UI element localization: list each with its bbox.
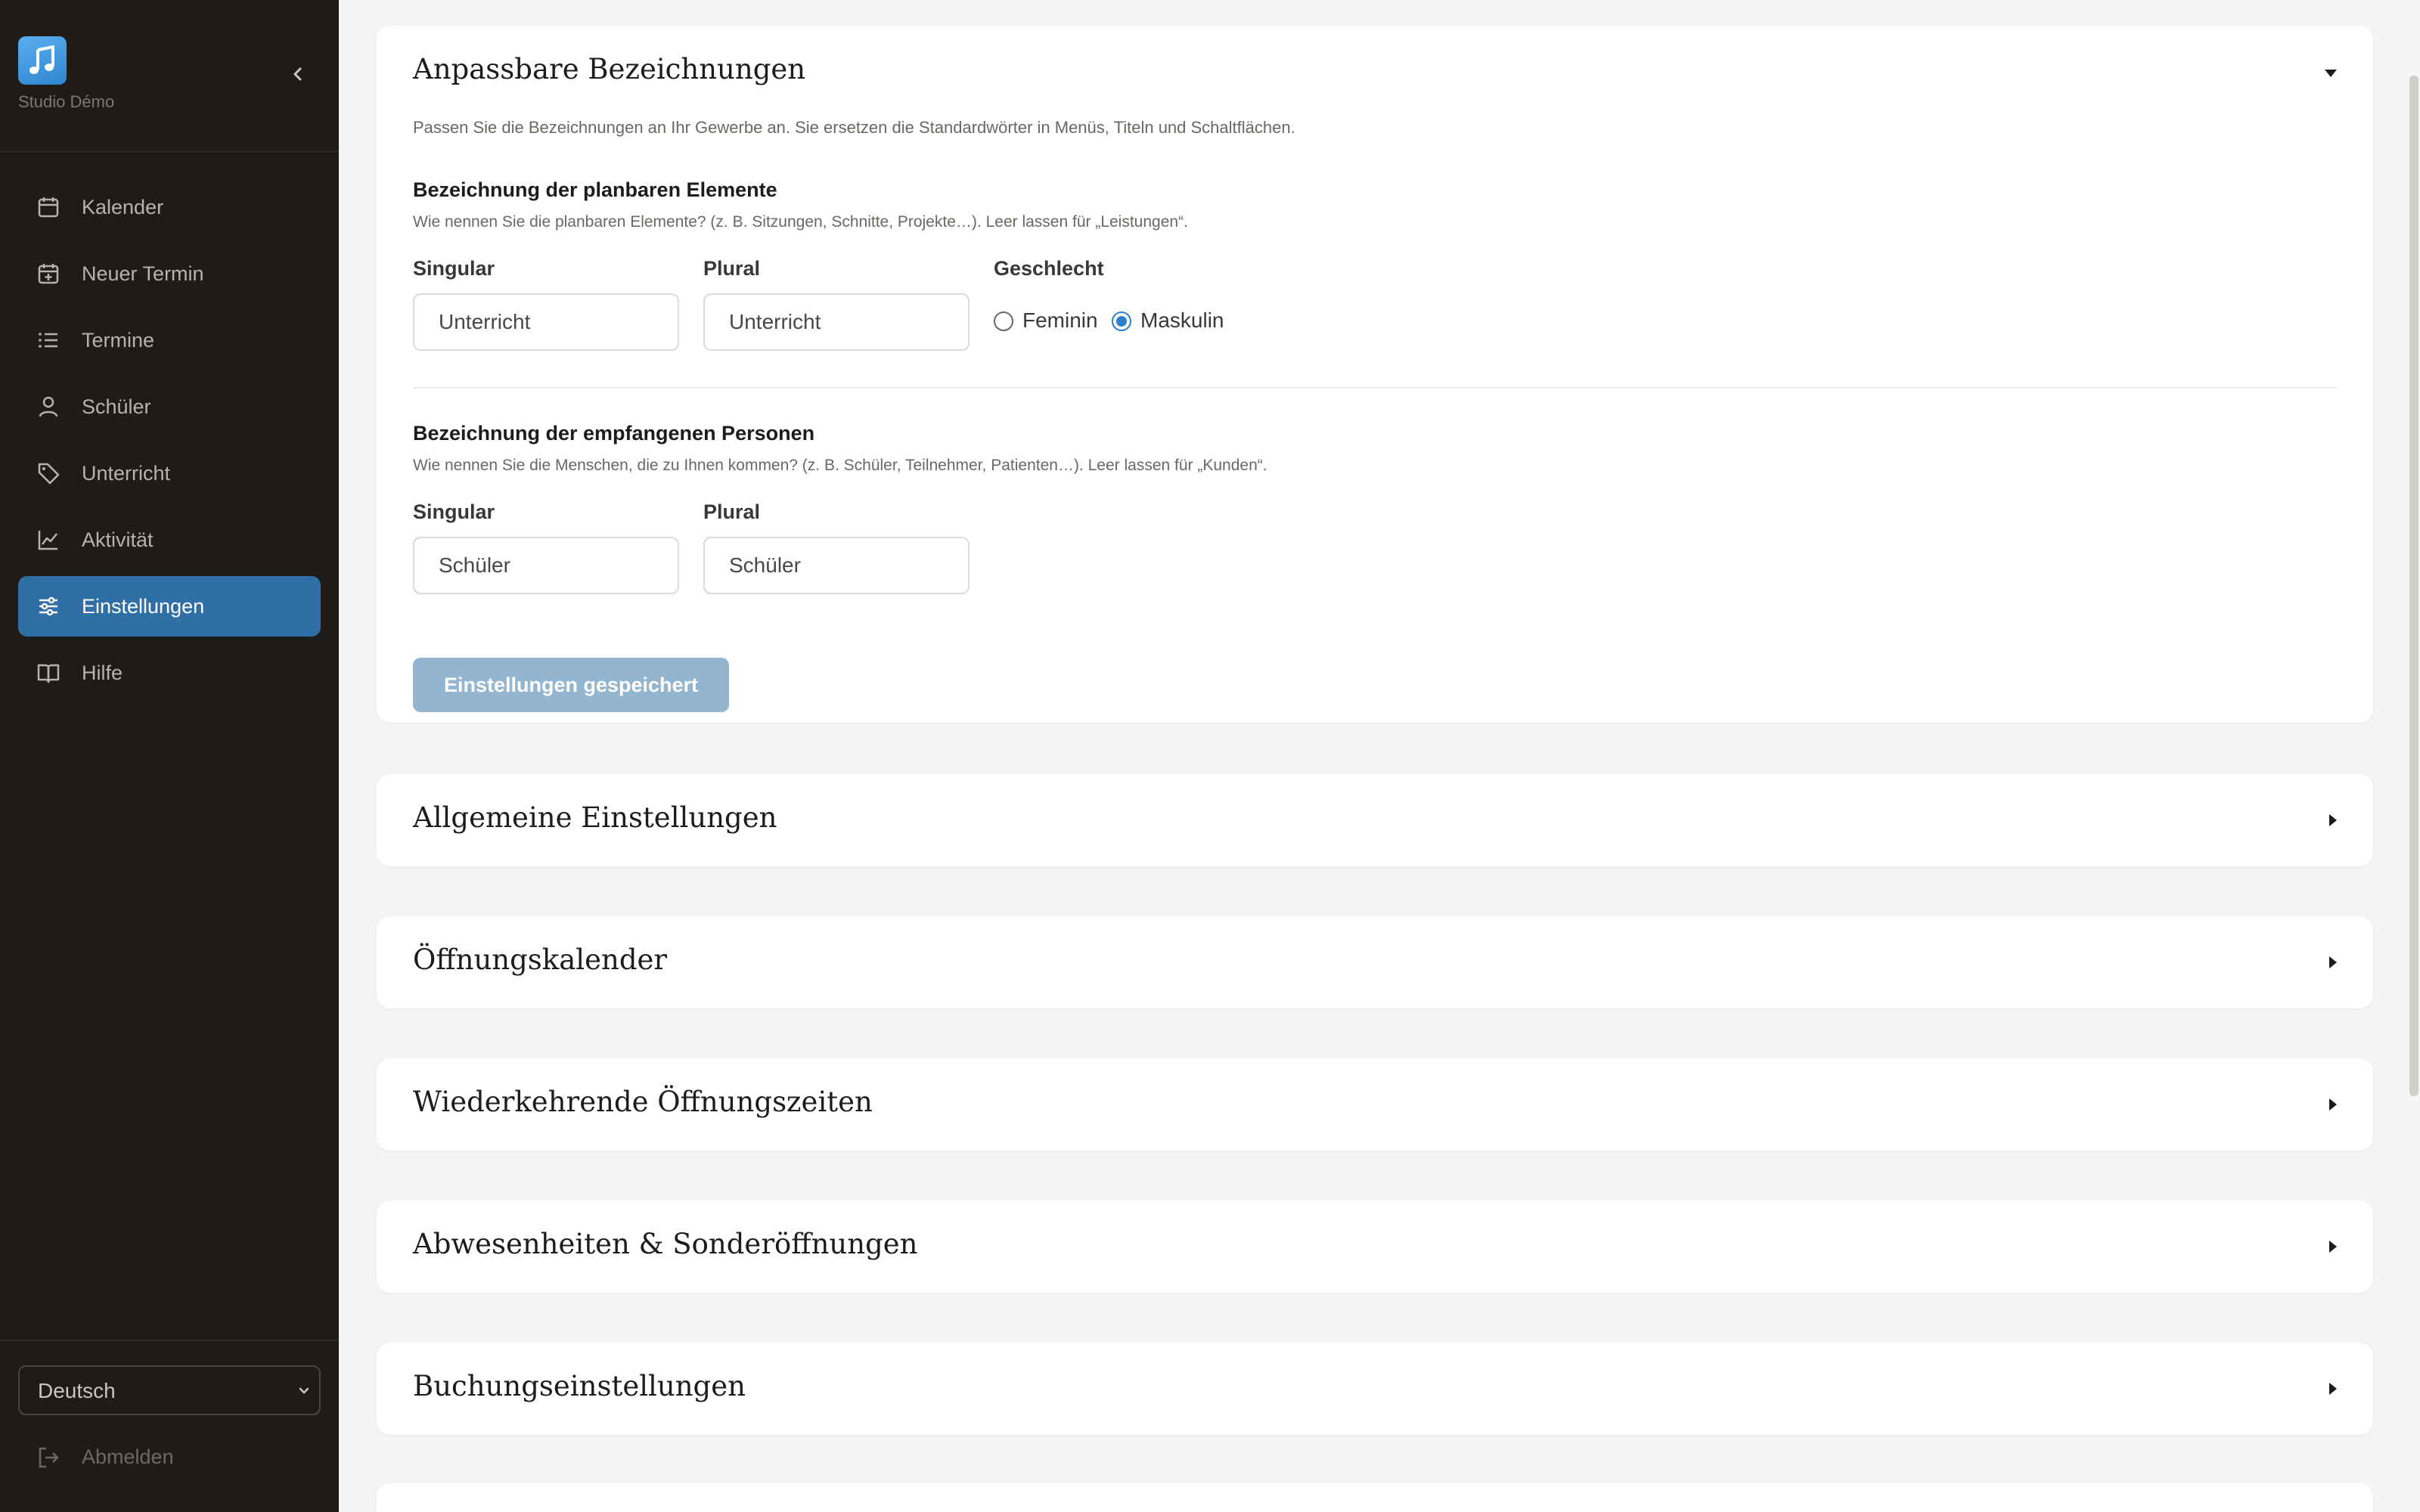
sidebar-item-label: Unterricht: [82, 462, 171, 485]
gender-label: Geschlecht: [994, 257, 1104, 280]
sliders-icon: [39, 596, 57, 616]
section-card-buchungseinstellungen[interactable]: Buchungseinstellungen: [377, 1343, 2373, 1435]
sidebar-item-label: Einstellungen: [82, 595, 205, 618]
sidebar: Studio Démo Kalender Neuer Termin Termin…: [0, 0, 339, 1512]
chevron-down-icon: [299, 1387, 309, 1394]
logout-icon: [39, 1447, 59, 1468]
language-select-value: Deutsch: [38, 1379, 116, 1402]
items-singular-input[interactable]: [413, 293, 679, 351]
labels-card: Anpassbare Bezeichnungen Passen Sie die …: [377, 26, 2373, 723]
sidebar-item-label: Schüler: [82, 395, 151, 418]
book-icon: [37, 664, 60, 683]
sidebar-item-label: Termine: [82, 329, 155, 352]
section-description: Wie nennen Sie die Menschen, die zu Ihne…: [413, 457, 1267, 474]
sidebar-item-neuer-termin[interactable]: Neuer Termin: [18, 243, 321, 304]
card-title[interactable]: Anpassbare Bezeichnungen: [413, 53, 805, 85]
caret-right-icon: [2329, 814, 2337, 826]
sidebar-item-hilfe[interactable]: Hilfe: [18, 643, 321, 703]
user-icon: [39, 396, 58, 417]
card-title: Wiederkehrende Öffnungszeiten: [413, 1086, 873, 1118]
collapse-sidebar-button[interactable]: [287, 64, 309, 85]
radio-label[interactable]: Maskulin: [1140, 308, 1224, 333]
sidebar-item-kalender[interactable]: Kalender: [18, 177, 321, 237]
persons-singular-input[interactable]: [413, 537, 679, 594]
sidebar-item-unterricht[interactable]: Unterricht: [18, 443, 321, 503]
sidebar-item-termine[interactable]: Termine: [18, 310, 321, 370]
singular-label: Singular: [413, 500, 495, 523]
calendar-icon: [38, 197, 59, 218]
section-divider: [413, 387, 2337, 389]
sidebar-item-aktivitaet[interactable]: Aktivität: [18, 510, 321, 570]
card-title: Allgemeine Einstellungen: [413, 801, 777, 834]
list-icon: [39, 333, 57, 348]
card-title: Buchungseinstellungen: [413, 1370, 746, 1402]
caret-right-icon: [2329, 956, 2337, 968]
card-intro: Passen Sie die Bezeichnungen an Ihr Gewe…: [413, 118, 1295, 137]
section-card-partial: [377, 1483, 2373, 1512]
sidebar-item-label: Hilfe: [82, 662, 123, 684]
section-description: Wie nennen Sie die planbaren Elemente? (…: [413, 213, 1188, 231]
app-logo: [18, 36, 67, 85]
items-plural-input[interactable]: [703, 293, 970, 351]
chart-line-icon: [38, 531, 57, 550]
caret-down-icon[interactable]: [2325, 70, 2337, 77]
tag-icon: [38, 463, 60, 485]
persons-plural-input[interactable]: [703, 537, 970, 594]
scrollbar-thumb[interactable]: [2409, 76, 2418, 1096]
sidebar-item-einstellungen[interactable]: Einstellungen: [18, 576, 321, 637]
main-content: Anpassbare Bezeichnungen Passen Sie die …: [339, 0, 2411, 1512]
sidebar-item-schueler[interactable]: Schüler: [18, 376, 321, 437]
plural-label: Plural: [703, 500, 761, 523]
logout-button[interactable]: Abmelden: [18, 1442, 215, 1473]
section-card-abwesenheiten[interactable]: Abwesenheiten & Sonderöffnungen: [377, 1201, 2373, 1293]
card-title: Öffnungskalender: [413, 943, 668, 976]
sidebar-divider: [0, 1340, 339, 1341]
chevron-left-icon: [293, 67, 302, 81]
radio-label[interactable]: Feminin: [1022, 308, 1098, 333]
section-title: Bezeichnung der empfangenen Personen: [413, 422, 815, 445]
sidebar-divider: [0, 151, 339, 153]
save-settings-button[interactable]: Einstellungen gespeichert: [413, 658, 729, 712]
section-card-wiederkehrende-oeffnungszeiten[interactable]: Wiederkehrende Öffnungszeiten: [377, 1058, 2373, 1151]
card-title: Abwesenheiten & Sonderöffnungen: [413, 1228, 918, 1260]
caret-right-icon: [2329, 1098, 2337, 1111]
studio-name: Studio Démo: [18, 92, 115, 111]
music-note-icon: [29, 45, 54, 74]
logout-label: Abmelden: [82, 1445, 174, 1468]
caret-right-icon: [2329, 1241, 2337, 1253]
sidebar-item-label: Kalender: [82, 196, 164, 218]
sidebar-item-label: Neuer Termin: [82, 262, 204, 285]
section-card-allgemeine-einstellungen[interactable]: Allgemeine Einstellungen: [377, 774, 2373, 866]
language-select[interactable]: Deutsch: [18, 1365, 321, 1415]
caret-right-icon: [2329, 1383, 2337, 1395]
gender-radio-maskulin[interactable]: [1112, 311, 1131, 331]
singular-label: Singular: [413, 257, 495, 280]
section-title: Bezeichnung der planbaren Elemente: [413, 178, 777, 201]
gender-radio-feminin[interactable]: [994, 311, 1013, 331]
app: Studio Démo Kalender Neuer Termin Termin…: [0, 0, 2420, 1512]
section-card-oeffnungskalender[interactable]: Öffnungskalender: [377, 916, 2373, 1009]
sidebar-item-label: Aktivität: [82, 528, 154, 551]
plural-label: Plural: [703, 257, 761, 280]
calendar-plus-icon: [38, 264, 59, 284]
